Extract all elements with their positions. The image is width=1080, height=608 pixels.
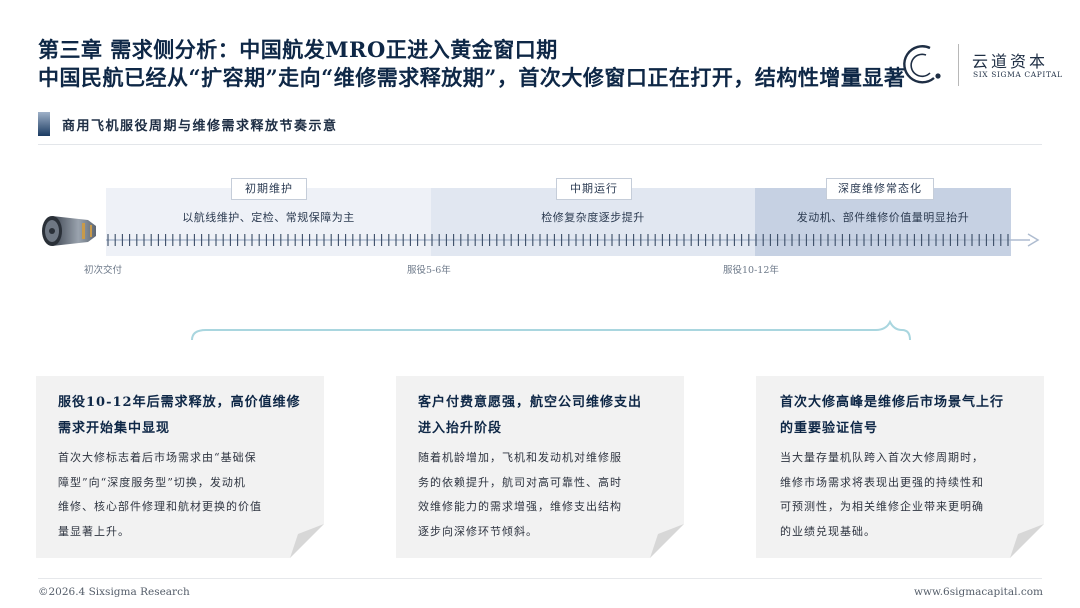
brand-name: 云道资本 (972, 52, 1049, 71)
page-curl-icon (290, 524, 324, 558)
card-title-line: 需求开始集中显现 (58, 421, 171, 436)
card-body-line: 随着机龄增加，飞机和发动机对维修服 (418, 451, 622, 464)
insight-card-1: 服役10-12年后需求释放，高价值维修 需求开始集中显现 首次大修标志着后市场需… (36, 376, 324, 558)
card-title-line: 首次大修高峰是维修后市场景气上行 (780, 395, 1005, 410)
card-body-line: 可预测性，为相关维修企业带来更明确 (780, 500, 984, 513)
phase-text-1: 以航线维护、定检、常规保障为主 (182, 211, 355, 224)
section-marker (38, 112, 50, 136)
jet-engine-icon (42, 216, 96, 246)
insight-card-2: 客户付费意愿强，航空公司维修支出 进入抬升阶段 随着机龄增加，飞机和发动机对维修… (396, 376, 684, 558)
phase-text-3: 发动机、部件维修价值量明显抬升 (796, 211, 970, 224)
section-divider (38, 144, 1042, 145)
logo-divider (958, 44, 959, 86)
milestone-2: 服役5-6年 (407, 265, 451, 276)
page-curl-icon (1010, 524, 1044, 558)
card-title-line: 客户付费意愿强，航空公司维修支出 (418, 395, 643, 410)
footer-copyright: ©2026.4 Sixsigma Research (38, 586, 190, 598)
footer-website[interactable]: www.6sigmacapital.com (914, 586, 1043, 598)
card-body-line: 务的依赖提升，航司对高可靠性、高时 (418, 475, 622, 489)
card-body-line: 的业绩兑现基础。 (780, 524, 876, 538)
card-body-line: 量显著上升。 (58, 524, 130, 538)
phase-text-2: 检修复杂度逐步提升 (541, 211, 645, 224)
section-title: 商用飞机服役周期与维修需求释放节奏示意 (62, 119, 338, 134)
card-title-line: 的重要验证信号 (780, 421, 879, 436)
milestone-3: 服役10-12年 (723, 265, 779, 276)
footer-divider (38, 578, 1042, 579)
card-body-line: 障型”向“深度服务型”切换，发动机 (58, 475, 246, 489)
card-body-line: 维修、核心部件修理和航材更换的价值 (58, 500, 262, 513)
brace-connector (191, 319, 911, 341)
page-subtitle: 中国民航已经从“扩容期”走向“维修需求释放期”，首次大修窗口正在打开，结构性增量… (38, 65, 906, 90)
phase-tag-3: 深度维修常态化 (826, 178, 934, 200)
insight-card-3: 首次大修高峰是维修后市场景气上行 的重要验证信号 当大量存量机队跨入首次大修周期… (756, 376, 1044, 558)
phase-tag-1: 初期维护 (231, 178, 307, 200)
card-title-line: 进入抬升阶段 (418, 421, 503, 436)
brand-name-en: SIX SIGMA CAPITAL (973, 70, 1063, 79)
milestone-1: 初次交付 (84, 265, 123, 276)
card-body-line: 维修市场需求将表现出更强的持续性和 (780, 475, 984, 489)
brand-logo-icon (903, 45, 941, 84)
page-title: 第三章 需求侧分析：中国航发MRO正进入黄金窗口期 (38, 37, 558, 62)
card-body-line: 逐步向深修环节倾斜。 (418, 524, 538, 538)
card-body-line: 首次大修标志着后市场需求由“基础保 (58, 451, 257, 464)
timeline-ruler (106, 233, 1040, 247)
page-curl-icon (650, 524, 684, 558)
phase-tag-2: 中期运行 (556, 178, 632, 200)
card-body-line: 效维修能力的需求增强，维修支出结构 (418, 500, 622, 513)
card-body-line: 当大量存量机队跨入首次大修周期时， (780, 451, 984, 464)
card-title-line: 服役10-12年后需求释放，高价值维修 (58, 395, 301, 410)
